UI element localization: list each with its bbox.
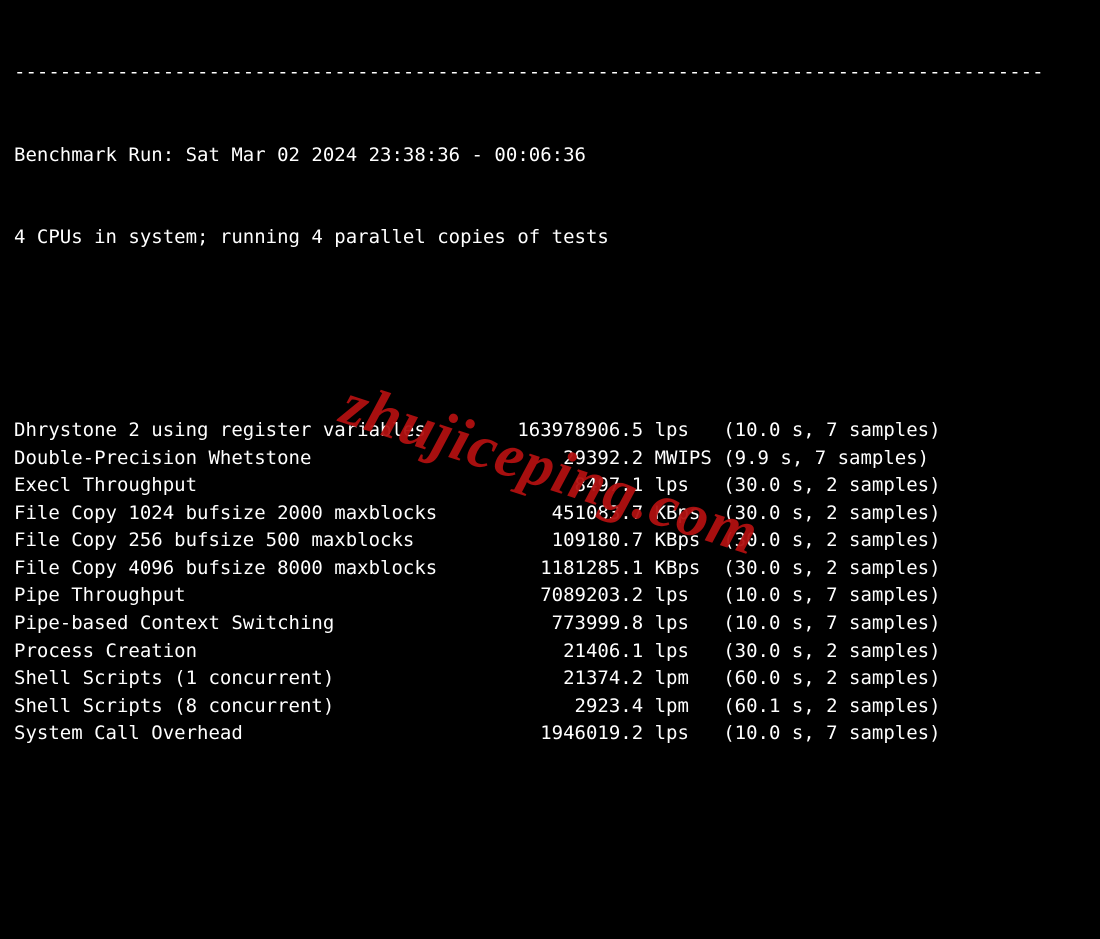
test-row: Pipe Throughput 7089203.2 lps (10.0 s, 7… bbox=[14, 582, 1086, 610]
test-row: File Copy 4096 bufsize 8000 maxblocks 11… bbox=[14, 555, 1086, 583]
test-row: Execl Throughput 8497.1 lps (30.0 s, 2 s… bbox=[14, 472, 1086, 500]
terminal-output: ----------------------------------------… bbox=[0, 0, 1100, 939]
test-row: Process Creation 21406.1 lps (30.0 s, 2 … bbox=[14, 638, 1086, 666]
test-row: File Copy 256 bufsize 500 maxblocks 1091… bbox=[14, 527, 1086, 555]
blank-line bbox=[14, 830, 1086, 858]
cpu-line: 4 CPUs in system; running 4 parallel cop… bbox=[14, 224, 1086, 252]
test-row: Shell Scripts (1 concurrent) 21374.2 lpm… bbox=[14, 665, 1086, 693]
test-row: System Call Overhead 1946019.2 lps (10.0… bbox=[14, 720, 1086, 748]
separator-line: ----------------------------------------… bbox=[14, 59, 1086, 87]
test-row: File Copy 1024 bufsize 2000 maxblocks 45… bbox=[14, 500, 1086, 528]
tests-block: Dhrystone 2 using register variables 163… bbox=[14, 417, 1086, 748]
test-row: Pipe-based Context Switching 773999.8 lp… bbox=[14, 610, 1086, 638]
test-row: Double-Precision Whetstone 29392.2 MWIPS… bbox=[14, 445, 1086, 473]
run-line: Benchmark Run: Sat Mar 02 2024 23:38:36 … bbox=[14, 142, 1086, 170]
test-row: Dhrystone 2 using register variables 163… bbox=[14, 417, 1086, 445]
blank-line bbox=[14, 307, 1086, 335]
test-row: Shell Scripts (8 concurrent) 2923.4 lpm … bbox=[14, 693, 1086, 721]
